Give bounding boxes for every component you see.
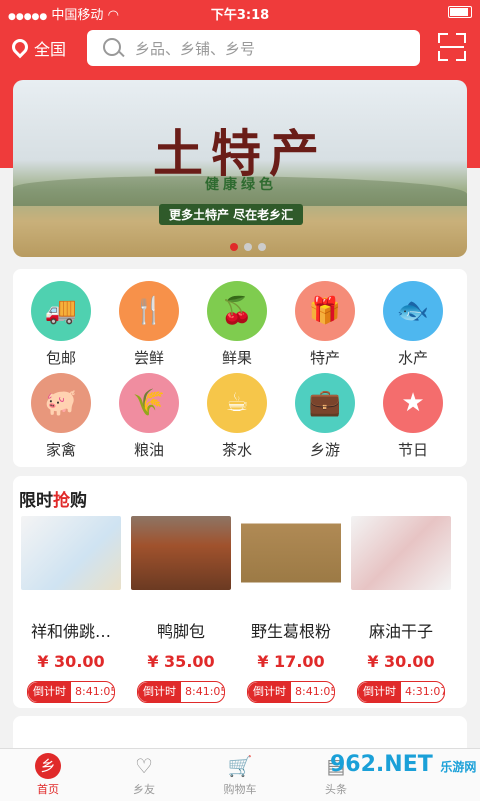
countdown-time: 8:41:05 (185, 685, 225, 698)
tea-cup-icon: ☕ (207, 373, 267, 433)
category-label: 水产 (397, 349, 428, 367)
location-label: 全国 (34, 40, 67, 59)
fish-icon: 🐟 (383, 281, 443, 341)
product-image[interactable] (351, 516, 451, 590)
category-9[interactable]: 💼 乡游 (290, 373, 360, 460)
countdown-badge: 倒计时 8:41:05 (137, 681, 225, 703)
countdown-time: 8:41:05 (295, 685, 335, 698)
category-label: 尝鲜 (133, 349, 164, 367)
tab-label: 购物车 (223, 783, 257, 796)
category-2[interactable]: 🍴 尝鲜 (114, 281, 184, 368)
product-name: 野生葛根粉 (250, 622, 331, 641)
category-8[interactable]: ☕ 茶水 (202, 373, 272, 460)
product-price: ¥ 30.00 (37, 652, 105, 671)
home-icon: 乡 (35, 753, 61, 779)
search-input[interactable]: 乡品、乡铺、乡号 (87, 30, 420, 66)
location-pin-icon (8, 35, 32, 59)
countdown-label: 倒计时 (28, 682, 71, 702)
countdown-time: 8:41:05 (75, 685, 115, 698)
category-label: 粮油 (133, 441, 164, 459)
category-label: 特产 (309, 349, 340, 367)
watermark: 962.NET 乐游网 (330, 752, 477, 777)
truck-icon: 🚚 (31, 281, 91, 341)
battery-icon (448, 4, 472, 19)
countdown-badge: 倒计时 8:41:05 (27, 681, 115, 703)
countdown-time: 4:31:07 (405, 685, 445, 698)
tab-1[interactable]: 乡首页 (0, 753, 96, 797)
category-grid: 🚚 包邮 🍴 尝鲜 🍒 鲜果 🎁 特产 🐟 水产 🐖 家禽 🌾 粮油 ☕ 茶水 💼 乡游 ★ 节日 (13, 269, 467, 467)
countdown-label: 倒计时 (138, 682, 181, 702)
tab-label: 头条 (325, 783, 347, 796)
flash-sale-section: 限时抢购 祥和佛跳… ¥ 30.00 倒计时 8:41:05 鸭脚包 ¥ 35.00 倒计时… (13, 476, 467, 708)
product-image[interactable] (21, 516, 121, 590)
category-label: 乡游 (309, 441, 340, 459)
category-5[interactable]: 🐟 水产 (378, 281, 448, 368)
tab-2[interactable]: ♡ 乡友 (96, 753, 192, 797)
category-3[interactable]: 🍒 鲜果 (202, 281, 272, 368)
product-name: 祥和佛跳… (30, 622, 111, 641)
cart-icon: 🛒 (227, 754, 253, 778)
carousel-indicator (227, 236, 269, 255)
banner-subtitle: 健康绿色 (205, 177, 277, 193)
category-label: 鲜果 (221, 349, 252, 367)
product-image[interactable] (131, 516, 231, 590)
banner-slogan: 更多土特产 尽在老乡汇 (159, 204, 304, 225)
tab-label: 乡友 (133, 783, 155, 796)
star-icon: ★ (383, 373, 443, 433)
countdown-badge: 倒计时 8:41:05 (247, 681, 335, 703)
clock: 下午3:18 (210, 8, 270, 23)
search-icon (103, 38, 121, 56)
category-label: 家禽 (45, 441, 76, 459)
product-name: 麻油干子 (368, 622, 433, 641)
category-1[interactable]: 🚚 包邮 (26, 281, 96, 368)
flash-sale-item[interactable]: 麻油干子 ¥ 30.00 倒计时 4:31:07 (346, 516, 456, 703)
category-4[interactable]: 🎁 特产 (290, 281, 360, 368)
countdown-label: 倒计时 (358, 682, 401, 702)
product-image[interactable] (241, 516, 341, 590)
heart-icon: ♡ (135, 754, 153, 778)
product-name: 鸭脚包 (156, 622, 205, 641)
category-label: 包邮 (45, 349, 76, 367)
flash-sale-item[interactable]: 野生葛根粉 ¥ 17.00 倒计时 8:41:05 (236, 516, 346, 703)
pig-icon: 🐖 (31, 373, 91, 433)
fork-spoon-icon: 🍴 (119, 281, 179, 341)
category-10[interactable]: ★ 节日 (378, 373, 448, 460)
suitcase-icon: 💼 (295, 373, 355, 433)
tab-label: 首页 (37, 783, 59, 796)
countdown-label: 倒计时 (248, 682, 291, 702)
gift-icon: 🎁 (295, 281, 355, 341)
product-price: ¥ 35.00 (147, 652, 215, 671)
cherry-icon: 🍒 (207, 281, 267, 341)
flash-sale-item[interactable]: 鸭脚包 ¥ 35.00 倒计时 8:41:05 (126, 516, 236, 703)
category-7[interactable]: 🌾 粮油 (114, 373, 184, 460)
category-6[interactable]: 🐖 家禽 (26, 373, 96, 460)
countdown-badge: 倒计时 4:31:07 (357, 681, 445, 703)
category-label: 茶水 (221, 441, 252, 459)
product-price: ¥ 17.00 (257, 652, 325, 671)
promo-banner[interactable]: 土特产 健康绿色 更多土特产 尽在老乡汇 (13, 80, 467, 257)
scan-icon[interactable] (438, 33, 466, 61)
flash-sale-item[interactable]: 祥和佛跳… ¥ 30.00 倒计时 8:41:05 (16, 516, 126, 703)
product-price: ¥ 30.00 (367, 652, 435, 671)
category-label: 节日 (397, 441, 428, 459)
location-selector[interactable]: 全国 (8, 35, 67, 60)
flash-sale-title: 限时抢购 (19, 491, 87, 511)
search-placeholder: 乡品、乡铺、乡号 (135, 40, 256, 58)
status-bar: ●●●●● 中国移动 ◠ 下午3:18 (0, 0, 480, 24)
wheat-icon: 🌾 (119, 373, 179, 433)
tab-3[interactable]: 🛒 购物车 (192, 753, 288, 797)
